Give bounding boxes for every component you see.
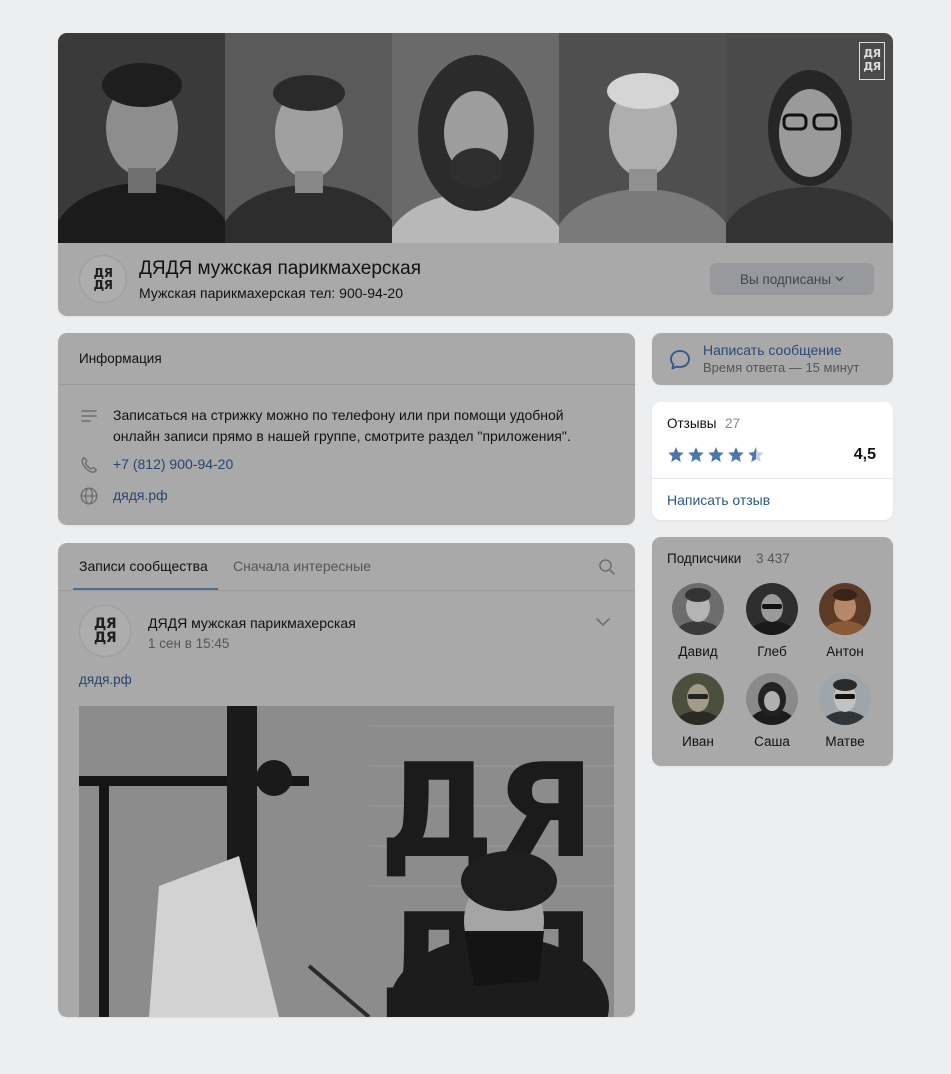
subscriber-item[interactable]: Матве — [813, 673, 877, 749]
avatar — [746, 673, 798, 725]
response-time: Время ответа — 15 минут — [703, 360, 860, 375]
cover-portrait-4 — [559, 33, 726, 243]
subscriber-name: Давид — [678, 644, 718, 659]
subscriber-item[interactable]: Иван — [666, 673, 730, 749]
subscriber-name: Матве — [825, 734, 865, 749]
post-link[interactable]: дядя.рф — [79, 672, 132, 687]
avatar — [672, 673, 724, 725]
group-name: ДЯДЯ мужская парикмахерская — [139, 258, 422, 279]
phone-link[interactable]: +7 (812) 900-94-20 — [113, 456, 233, 472]
subscribers-block: Подписчики 3 437 Давид Глеб Антон Иван С… — [652, 537, 893, 766]
divider — [58, 590, 635, 591]
tab-community-posts[interactable]: Записи сообщества — [79, 558, 208, 574]
cover-portrait-3 — [392, 33, 559, 243]
avatar — [819, 673, 871, 725]
divider — [652, 478, 893, 479]
star-icon — [668, 447, 684, 462]
avatar-logo-line: ДЯ — [93, 616, 117, 632]
subscriber-item[interactable]: Давид — [666, 583, 730, 659]
chevron-down-icon — [835, 276, 844, 282]
half-star-icon — [748, 447, 764, 462]
tab-interesting-first[interactable]: Сначала интересные — [233, 558, 371, 574]
phone-icon — [81, 456, 98, 473]
star-icon — [688, 447, 704, 462]
subscribed-button[interactable]: Вы подписаны — [710, 263, 874, 295]
avatar — [819, 583, 871, 635]
avatar-logo-line: ДЯ — [93, 630, 117, 646]
reviews-title[interactable]: Отзывы — [667, 416, 716, 431]
star-icon — [728, 447, 744, 462]
write-review-link[interactable]: Написать отзыв — [667, 492, 770, 508]
chat-bubble-icon — [670, 350, 690, 370]
group-header: ДЯ ДЯ ДЯ ДЯ ДЯДЯ мужская парикмахерская … — [58, 33, 893, 316]
subscriber-name: Антон — [826, 644, 864, 659]
cover-portrait-2 — [225, 33, 392, 243]
cover-portrait-1 — [58, 33, 225, 243]
website-link[interactable]: дядя.рф — [113, 487, 168, 503]
info-title: Информация — [79, 351, 162, 366]
post-image[interactable]: ДЯ ДЯ — [79, 706, 614, 1017]
globe-icon — [80, 487, 98, 505]
reviews-block: Отзывы 27 4,5 Написать отзыв — [652, 402, 893, 520]
subscriber-item[interactable]: Саша — [740, 673, 804, 749]
avatar — [672, 583, 724, 635]
text-lines-icon — [81, 410, 97, 422]
avatar — [746, 583, 798, 635]
subscriber-name: Саша — [754, 734, 790, 749]
subscribers-title[interactable]: Подписчики — [667, 551, 741, 566]
cover-logo-icon: ДЯ ДЯ — [859, 42, 885, 80]
rating-stars — [667, 446, 765, 463]
rating-value: 4,5 — [853, 446, 876, 463]
write-message-label: Написать сообщение — [703, 342, 842, 358]
info-block: Информация Записаться на стрижку можно п… — [58, 333, 635, 525]
star-icon — [708, 447, 724, 462]
cover-logo-line: ДЯ — [863, 60, 881, 73]
search-icon[interactable] — [598, 558, 616, 576]
post-author[interactable]: ДЯДЯ мужская парикмахерская — [148, 615, 356, 631]
cover-logo-line: ДЯ — [863, 47, 881, 60]
wall-block: Записи сообщества Сначала интересные ДЯ … — [58, 543, 635, 1017]
subscriber-item[interactable]: Глеб — [740, 583, 804, 659]
post-date[interactable]: 1 сен в 15:45 — [148, 636, 229, 651]
subscriber-name: Иван — [682, 734, 714, 749]
subscribers-count: 3 437 — [756, 551, 790, 566]
group-avatar[interactable]: ДЯ ДЯ — [79, 255, 127, 303]
info-description: Записаться на стрижку можно по телефону … — [113, 407, 571, 444]
subscriber-item[interactable]: Антон — [813, 583, 877, 659]
divider — [58, 384, 635, 385]
subscriber-name: Глеб — [757, 644, 787, 659]
reviews-count: 27 — [725, 416, 741, 431]
chevron-down-icon[interactable] — [595, 617, 611, 627]
avatar-logo-line: ДЯ — [93, 278, 113, 292]
group-status: Мужская парикмахерская тел: 900-94-20 — [139, 285, 403, 301]
subscribed-button-label: Вы подписаны — [739, 271, 832, 287]
cover-image — [58, 33, 893, 243]
write-message-button[interactable]: Написать сообщение Время ответа — 15 мин… — [652, 333, 893, 385]
post-author-avatar[interactable]: ДЯ ДЯ — [79, 605, 131, 657]
